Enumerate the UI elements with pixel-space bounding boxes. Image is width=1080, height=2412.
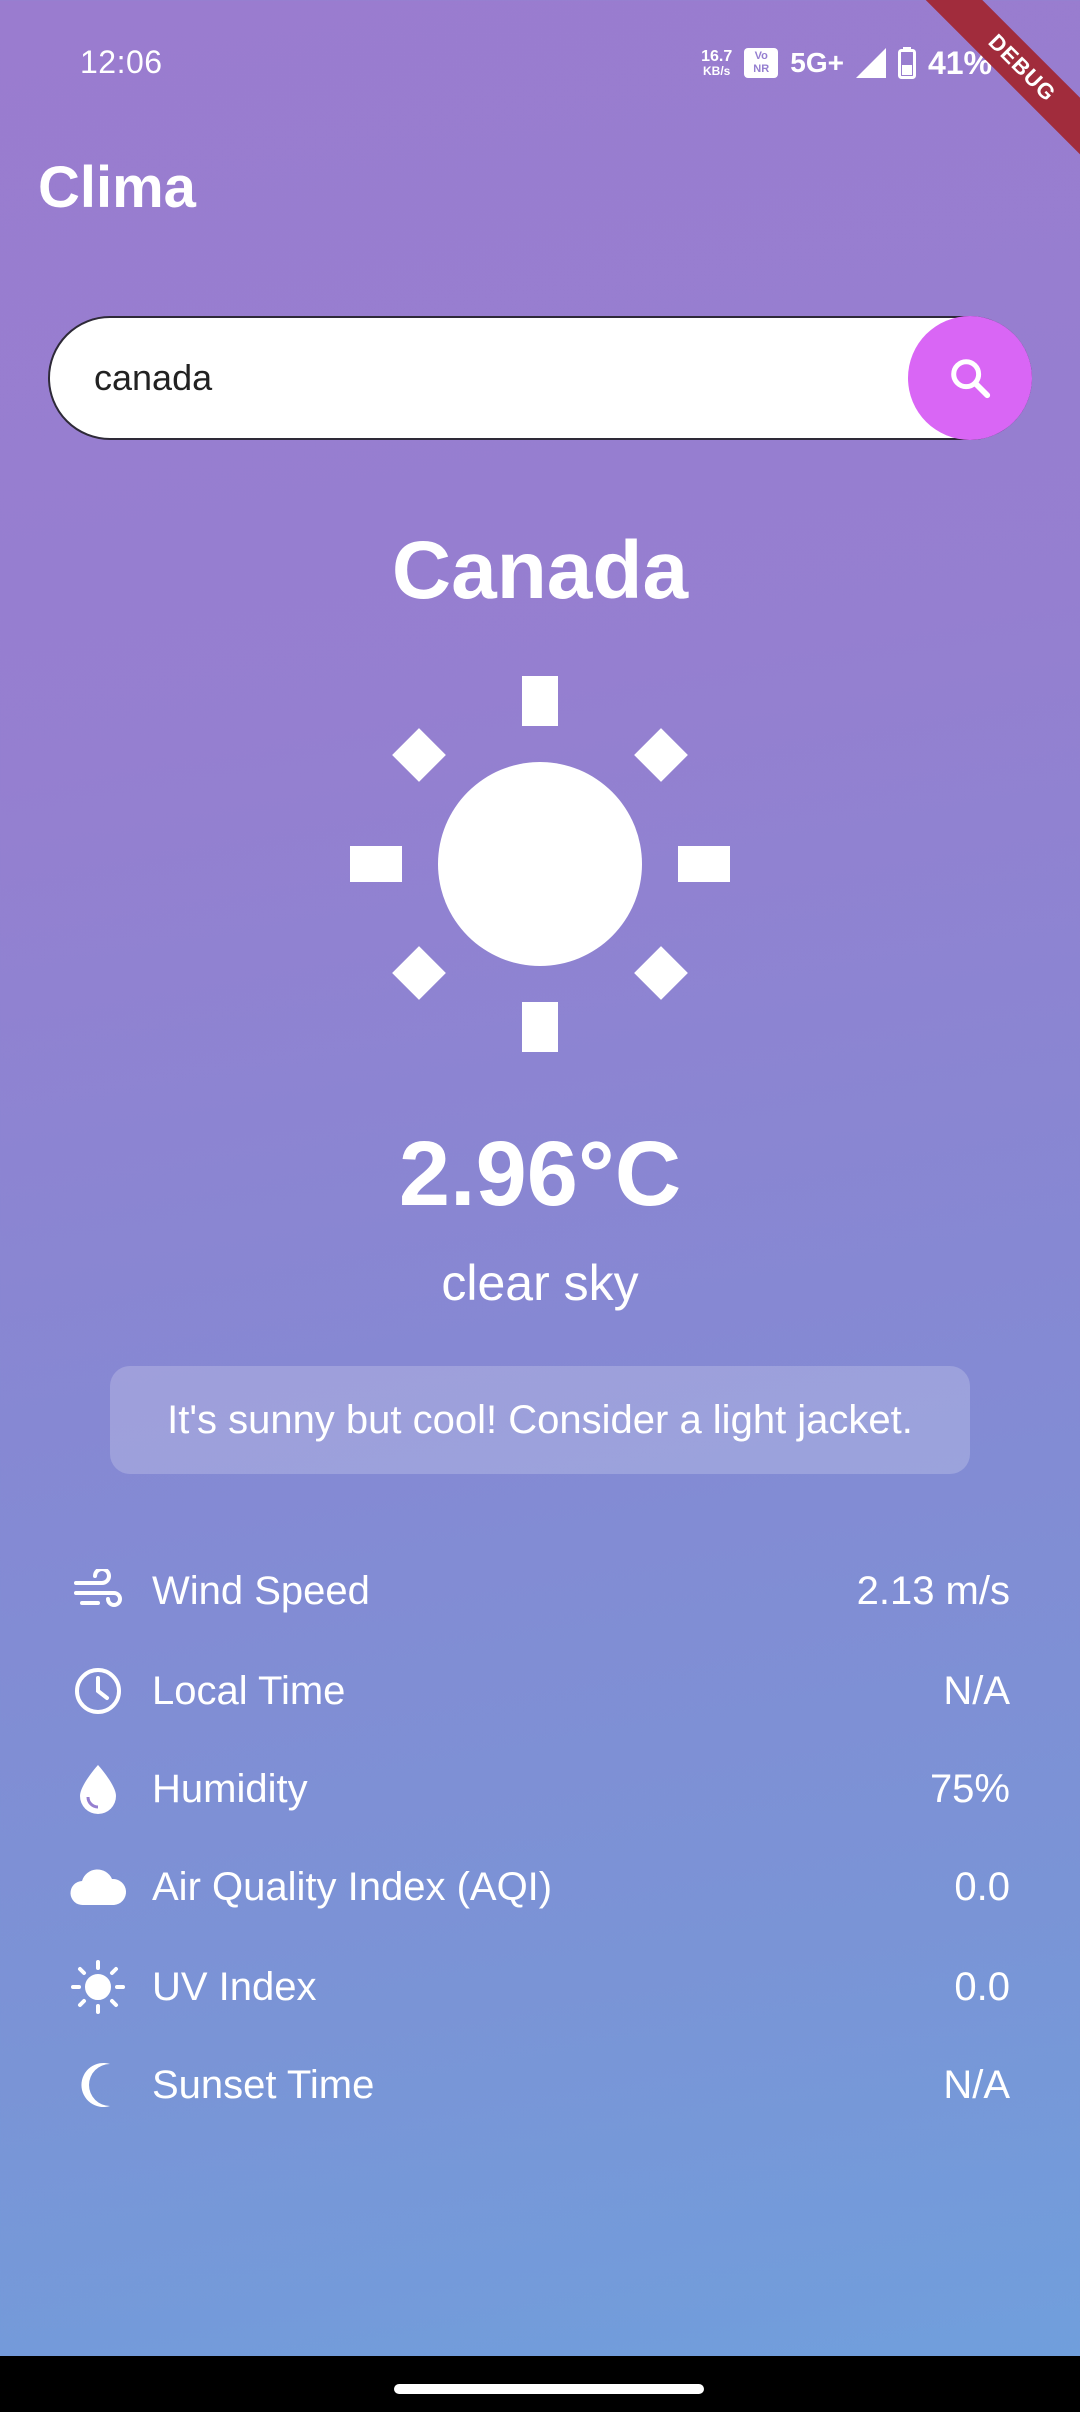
aqi-label: Air Quality Index (AQI) <box>152 1864 553 1909</box>
uv-index-label: UV Index <box>152 1964 317 2009</box>
search-input[interactable] <box>94 318 894 438</box>
battery-icon <box>897 47 916 79</box>
local-time-value: N/A <box>943 1668 1010 1713</box>
city-name: Canada <box>391 525 689 616</box>
uv-sun-icon <box>68 1957 128 2017</box>
detail-row-local-time: Local Time N/A <box>68 1656 1010 1726</box>
weather-advice-text: It's sunny but cool! Consider a light ja… <box>167 1397 913 1442</box>
detail-row-humidity: Humidity 75% <box>68 1754 1010 1824</box>
signal-icon <box>855 48 886 78</box>
sunset-time-value: N/A <box>943 2062 1010 2107</box>
humidity-label: Humidity <box>152 1766 308 1811</box>
local-time-label: Local Time <box>152 1668 346 1713</box>
aqi-value: 0.0 <box>954 1864 1010 1909</box>
moon-icon <box>68 2055 128 2115</box>
clock-icon <box>68 1661 128 1721</box>
vonr-icon: Vo NR <box>744 48 779 78</box>
status-time: 12:06 <box>80 44 163 80</box>
app-title: Clima <box>38 155 196 220</box>
humidity-value: 75% <box>929 1766 1010 1811</box>
cloud-icon <box>68 1857 128 1917</box>
water-drop-icon <box>68 1759 128 1819</box>
weather-description: clear sky <box>441 1255 639 1311</box>
sunset-time-label: Sunset Time <box>152 2062 375 2107</box>
network-speed: 16.7 KB/s <box>701 48 733 78</box>
wind-speed-value: 2.13 m/s <box>856 1568 1010 1613</box>
wind-speed-label: Wind Speed <box>152 1568 370 1613</box>
temperature: 2.96°C <box>398 1123 682 1225</box>
status-indicators: 16.7 KB/s Vo NR 5G+ 41% <box>701 40 992 86</box>
vonr-top-label: Vo <box>754 50 768 62</box>
search-button[interactable] <box>908 316 1032 440</box>
detail-row-sunset-time: Sunset Time N/A <box>68 2050 1010 2120</box>
home-indicator[interactable] <box>394 2384 704 2394</box>
detail-row-uv-index: UV Index 0.0 <box>68 1952 1010 2022</box>
network-speed-value: 16.7 <box>701 48 733 65</box>
network-type: 5G+ <box>790 47 844 78</box>
detail-row-wind-speed: Wind Speed 2.13 m/s <box>68 1556 1010 1626</box>
search-icon <box>951 359 991 399</box>
sun-icon <box>350 676 730 1052</box>
search-bar <box>48 316 1032 440</box>
wind-icon <box>68 1561 128 1621</box>
status-bar: 12:06 16.7 KB/s Vo NR 5G+ 41% <box>0 0 1080 126</box>
vonr-bottom-label: NR <box>753 63 770 75</box>
uv-index-value: 0.0 <box>954 1964 1010 2009</box>
weather-advice: It's sunny but cool! Consider a light ja… <box>110 1366 970 1474</box>
detail-row-aqi: Air Quality Index (AQI) 0.0 <box>68 1852 1010 1922</box>
network-speed-unit: KB/s <box>703 64 731 78</box>
